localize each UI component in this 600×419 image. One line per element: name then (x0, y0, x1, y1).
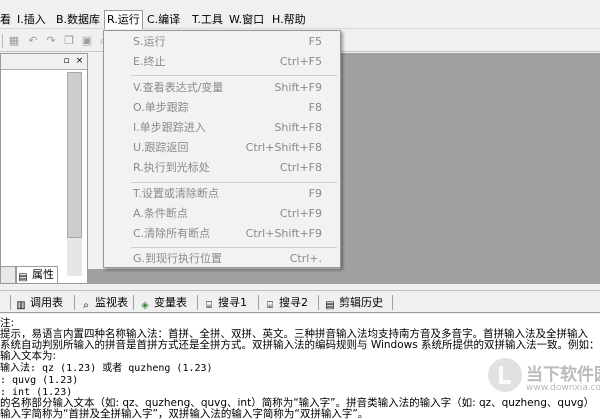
menu-separator (131, 75, 337, 76)
menu-compile[interactable]: C.编译 (147, 11, 180, 28)
menu-item-shortcut: Ctrl+F9 (279, 207, 322, 220)
menu-item-run-to-cursor[interactable]: R.执行到光标处 Ctrl+F8 (104, 158, 340, 178)
search-icon: ⌸ (206, 300, 212, 311)
tab-label: 剪辑历史 (339, 296, 383, 309)
call-stack-icon: ▥ (16, 300, 26, 311)
menu-database[interactable]: B.数据库 (56, 11, 100, 28)
menu-item-label: O.单步跟踪 (133, 101, 189, 114)
clipboard-icon: ▤ (325, 300, 335, 311)
tab-separator (10, 295, 11, 310)
paste-icon[interactable]: ▣ (79, 33, 95, 49)
menu-item-shortcut: Ctrl+F8 (279, 161, 322, 174)
menu-help[interactable]: H.帮助 (272, 11, 306, 28)
toolbar-separator (2, 34, 3, 48)
tab-separator (133, 295, 134, 310)
tab-separator (318, 295, 319, 310)
redo-icon[interactable]: ↷ (43, 33, 59, 49)
left-panel-tabs: ▤ 属性 (0, 266, 88, 284)
menu-item-step-out[interactable]: U.跟踪返回 Ctrl+Shift+F8 (104, 138, 340, 158)
tab-properties[interactable]: ▤ 属性 (16, 266, 58, 284)
close-pane-icon[interactable]: × (74, 56, 85, 67)
maximize-pane-icon[interactable]: ▫ (61, 56, 72, 67)
tab-clip-history[interactable]: ▤ 剪辑历史 (324, 294, 383, 311)
tab-call-stack[interactable]: ▥ 调用表 (15, 294, 63, 311)
tab-search-1[interactable]: ⌸ 搜寻1 (203, 294, 247, 311)
properties-icon: ▤ (18, 272, 28, 283)
watermark-logo-icon (488, 358, 522, 392)
menu-item-shortcut: Ctrl+F5 (279, 55, 322, 68)
tab-separator (197, 295, 198, 310)
menu-item-step-into[interactable]: I.单步跟踪进入 Shift+F8 (104, 118, 340, 138)
workspace-background-lower (88, 269, 600, 284)
menu-separator (131, 247, 337, 248)
watermark-url: www.downxia.com (526, 383, 600, 393)
menu-run[interactable]: R.运行 (104, 10, 143, 29)
menu-item-shortcut: Ctrl+Shift+F8 (245, 141, 322, 154)
tab-properties-label: 属性 (32, 268, 54, 281)
menu-item-shortcut: Shift+F9 (274, 81, 322, 94)
menu-item-clear-breakpoints[interactable]: C.清除所有断点 Ctrl+Shift+F9 (104, 224, 340, 244)
watch-icon: ⌕ (83, 300, 89, 311)
run-menu-dropdown: S.运行 F5 E.终止 Ctrl+F5 V.查看表达式/变量 Shift+F9… (103, 30, 341, 268)
menu-separator (131, 182, 337, 183)
menu-item-conditional-breakpoint[interactable]: A.条件断点 Ctrl+F9 (104, 204, 340, 224)
left-panel: ▫ × (0, 53, 88, 284)
tab-variables[interactable]: ◈ 变量表 (139, 294, 187, 311)
scrollbar-thumb[interactable] (67, 72, 82, 238)
menu-item-label: V.查看表达式/变量 (133, 81, 224, 94)
tab-label: 变量表 (154, 296, 187, 309)
tab-label: 搜寻1 (218, 296, 247, 309)
output-tabs-bar: ▥ 调用表 ⌕ 监视表 ◈ 变量表 ⌸ 搜寻1 ⌸ 搜寻2 ▤ 剪辑历史 (0, 290, 600, 313)
undo-icon[interactable]: ↶ (25, 33, 41, 49)
menu-item-step-over[interactable]: O.单步跟踪 F8 (104, 98, 340, 118)
menu-view[interactable]: 看 (0, 11, 11, 28)
menu-item-label: G.到现行执行位置 (133, 252, 223, 265)
workspace-background (340, 53, 600, 284)
output-line: 系统自动判别所输入的拼音是首拼方式还是全拼方式。双拼输入法的编码规则与 Wind… (0, 339, 600, 351)
menu-item-shortcut: F9 (308, 187, 322, 200)
menu-tools[interactable]: T.工具 (192, 11, 223, 28)
menu-item-label: U.跟踪返回 (133, 141, 189, 154)
menu-item-goto-current[interactable]: G.到现行执行位置 Ctrl+. (104, 249, 340, 269)
tab-separator (392, 295, 393, 310)
copy-icon[interactable]: ❐ (61, 33, 77, 49)
menu-item-label: T.设置或清除断点 (133, 187, 219, 200)
tab-separator (74, 295, 75, 310)
output-line: 输入字简称为“首拼及全拼输入字”，双拼输入法的输入字简称为“双拼输入字”。 (0, 408, 369, 419)
menu-item-shortcut: F8 (308, 101, 322, 114)
menu-item-label: A.条件断点 (133, 207, 188, 220)
tab-label: 调用表 (30, 296, 63, 309)
menu-item-label: I.单步跟踪进入 (133, 121, 206, 134)
menu-item-shortcut: Ctrl+Shift+F9 (245, 227, 322, 240)
menu-item-shortcut: Ctrl+. (289, 252, 322, 265)
menu-item-shortcut: Shift+F8 (274, 121, 322, 134)
menu-item-shortcut: F5 (308, 35, 322, 48)
menu-item-toggle-breakpoint[interactable]: T.设置或清除断点 F9 (104, 184, 340, 204)
menu-item-label: C.清除所有断点 (133, 227, 211, 240)
menu-item-label: S.运行 (133, 35, 166, 48)
menu-item-stop[interactable]: E.终止 Ctrl+F5 (104, 52, 340, 72)
search-icon: ⌸ (267, 300, 273, 311)
menu-item-run[interactable]: S.运行 F5 (104, 32, 340, 52)
menu-insert[interactable]: I.插入 (17, 11, 46, 28)
menu-item-label: E.终止 (133, 55, 166, 68)
left-panel-header: ▫ × (1, 54, 87, 70)
print-icon[interactable]: ▦ (6, 33, 22, 49)
tab-label: 监视表 (95, 296, 128, 309)
watermark-title: 当下软件园 (526, 365, 600, 385)
menu-window[interactable]: W.窗口 (229, 11, 264, 28)
menu-item-watch-expression[interactable]: V.查看表达式/变量 Shift+F9 (104, 78, 340, 98)
tab-separator (258, 295, 259, 310)
tab-search-2[interactable]: ⌸ 搜寻2 (264, 294, 308, 311)
tab-partial[interactable] (0, 266, 16, 284)
menu-bar: 看 I.插入 B.数据库 R.运行 C.编译 T.工具 W.窗口 H.帮助 (0, 8, 600, 29)
variables-icon: ◈ (141, 300, 149, 311)
watermark: 当下软件园 www.downxia.com (488, 356, 600, 416)
menu-item-label: R.执行到光标处 (133, 161, 210, 174)
tab-label: 搜寻2 (279, 296, 308, 309)
tab-watch[interactable]: ⌕ 监视表 (80, 294, 128, 311)
